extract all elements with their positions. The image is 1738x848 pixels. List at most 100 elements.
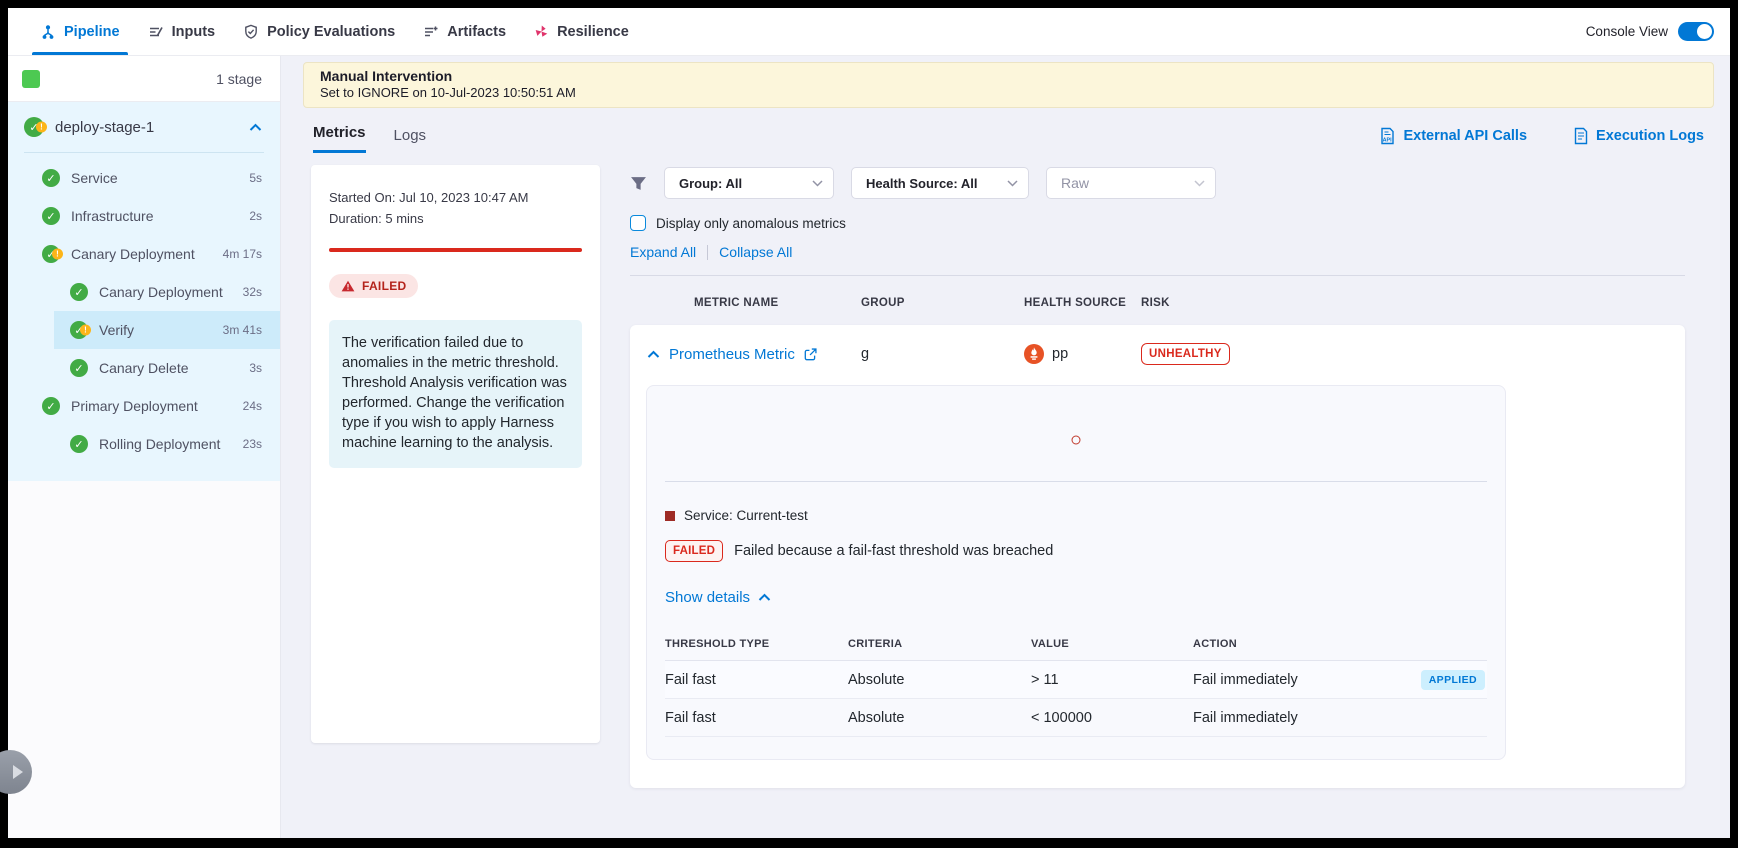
expand-all-link[interactable]: Expand All	[630, 244, 696, 260]
step-label: Verify	[99, 322, 212, 338]
success-warning-icon: ✓!	[70, 321, 88, 339]
col-group: GROUP	[861, 297, 1024, 309]
banner-title: Manual Intervention	[320, 68, 1697, 84]
step-label: Canary Delete	[99, 360, 238, 376]
execution-sidebar: 1 stage ✓! deploy-stage-1 ✓ Service 5s	[8, 56, 281, 838]
console-view-toggle[interactable]	[1678, 22, 1714, 41]
step-canary-deployment[interactable]: ✓ Canary Deployment 32s	[8, 273, 280, 311]
health-source-filter-dropdown[interactable]: Health Source: All	[851, 167, 1029, 199]
console-view-label: Console View	[1586, 24, 1668, 39]
step-primary-deployment[interactable]: ✓ Primary Deployment 24s	[8, 387, 280, 425]
transform-filter-dropdown[interactable]: Raw	[1046, 167, 1216, 199]
col-health-source: HEALTH SOURCE	[1024, 297, 1141, 309]
collapse-all-link[interactable]: Collapse All	[719, 244, 792, 260]
step-duration: 24s	[243, 399, 262, 413]
api-document-icon: API	[1379, 127, 1396, 145]
view-tab-row: Metrics Logs API External API Calls Exec…	[303, 124, 1714, 153]
value: > 11	[1031, 672, 1193, 688]
tab-metrics[interactable]: Metrics	[313, 124, 366, 153]
step-verify[interactable]: ✓! Verify 3m 41s	[54, 311, 280, 349]
chevron-down-icon	[1007, 180, 1018, 187]
warning-badge-icon: !	[36, 122, 47, 133]
failed-reason: Failed because a fail-fast threshold was…	[734, 543, 1053, 559]
arrow-right-icon	[13, 765, 23, 779]
divider	[630, 275, 1685, 276]
col-action: ACTION	[1193, 638, 1408, 650]
pipeline-icon	[40, 24, 56, 40]
legend-label: Service: Current-test	[684, 508, 808, 523]
success-check-icon: ✓	[70, 283, 88, 301]
chevron-down-icon	[812, 180, 823, 187]
data-point[interactable]	[1072, 436, 1081, 445]
prometheus-icon	[1024, 344, 1044, 364]
value: < 100000	[1031, 710, 1193, 726]
step-service[interactable]: ✓ Service 5s	[8, 159, 280, 197]
stage-name: deploy-stage-1	[55, 119, 238, 136]
warning-badge-icon: !	[80, 325, 91, 336]
group-filter-dropdown[interactable]: Group: All	[664, 167, 834, 199]
col-risk: RISK	[1141, 297, 1685, 309]
document-icon	[1573, 127, 1589, 145]
step-duration: 3s	[249, 361, 262, 375]
warning-badge-icon: !	[52, 249, 63, 260]
fail-reason-row: FAILED Failed because a fail-fast thresh…	[665, 540, 1487, 562]
nav-tab-label: Resilience	[557, 24, 629, 40]
step-label: Canary Deployment	[71, 246, 212, 262]
threshold-type: Fail fast	[665, 710, 848, 726]
top-nav: Pipeline Inputs Policy Evaluations Artif…	[8, 8, 1730, 56]
stage-row-deploy-stage-1[interactable]: ✓! deploy-stage-1	[8, 102, 280, 150]
threshold-row: Fail fast Absolute < 100000 Fail immedia…	[665, 699, 1487, 737]
step-canary-deployment-group[interactable]: ✓! Canary Deployment 4m 17s	[8, 235, 280, 273]
health-source-filter-value: Health Source: All	[866, 176, 977, 191]
execution-logs-link[interactable]: Execution Logs	[1573, 127, 1704, 145]
step-duration: 5s	[249, 171, 262, 185]
tab-inputs[interactable]: Inputs	[134, 8, 230, 55]
shield-check-icon	[243, 24, 259, 40]
step-infrastructure[interactable]: ✓ Infrastructure 2s	[8, 197, 280, 235]
criteria: Absolute	[848, 710, 1031, 726]
stage-status-square-icon	[22, 70, 40, 88]
duration: Duration: 5 mins	[329, 208, 582, 229]
failed-status-label: FAILED	[362, 279, 406, 293]
metric-chart-plot	[665, 386, 1487, 482]
success-check-icon: ✓	[70, 359, 88, 377]
tab-logs[interactable]: Logs	[394, 127, 427, 153]
tab-artifacts[interactable]: Artifacts	[409, 8, 520, 55]
external-api-calls-link[interactable]: API External API Calls	[1379, 127, 1527, 145]
metric-name-link[interactable]: Prometheus Metric	[669, 346, 795, 363]
threshold-row: Fail fast Absolute > 11 Fail immediately…	[665, 661, 1487, 699]
step-duration: 32s	[243, 285, 262, 299]
step-label: Infrastructure	[71, 208, 238, 224]
collapse-chevron-up-icon[interactable]	[647, 350, 660, 359]
show-details-link[interactable]: Show details	[665, 589, 1487, 606]
chevron-up-icon[interactable]	[249, 123, 262, 132]
step-rolling-deployment[interactable]: ✓ Rolling Deployment 23s	[8, 425, 280, 463]
inputs-icon	[148, 24, 164, 40]
external-link-icon[interactable]	[804, 348, 817, 361]
metric-chart-panel: Service: Current-test FAILED Failed beca…	[646, 385, 1506, 760]
sidebar-header: 1 stage	[8, 56, 280, 102]
verification-summary-card: Started On: Jul 10, 2023 10:47 AM Durati…	[311, 165, 600, 743]
metrics-panel: Group: All Health Source: All Raw	[630, 165, 1714, 788]
col-value: VALUE	[1031, 638, 1193, 650]
app-window: Pipeline Inputs Policy Evaluations Artif…	[8, 8, 1730, 838]
step-canary-delete[interactable]: ✓ Canary Delete 3s	[8, 349, 280, 387]
anomalous-metrics-label: Display only anomalous metrics	[656, 216, 846, 231]
step-duration: 2s	[249, 209, 262, 223]
banner-subtitle: Set to IGNORE on 10-Jul-2023 10:50:51 AM	[320, 85, 1697, 100]
tab-resilience[interactable]: Resilience	[520, 8, 643, 55]
threshold-type: Fail fast	[665, 672, 848, 688]
stage-tree: ✓! deploy-stage-1 ✓ Service 5s ✓ Infrast…	[8, 102, 280, 481]
metric-card: Prometheus Metric g pp	[630, 325, 1685, 788]
tab-policy-evaluations[interactable]: Policy Evaluations	[229, 8, 409, 55]
nav-tab-label: Policy Evaluations	[267, 24, 395, 40]
main-content: Manual Intervention Set to IGNORE on 10-…	[281, 56, 1730, 838]
metric-group: g	[861, 346, 1024, 362]
group-filter-value: Group: All	[679, 176, 742, 191]
anomalous-metrics-checkbox[interactable]	[630, 215, 646, 231]
tab-pipeline[interactable]: Pipeline	[26, 8, 134, 55]
filter-funnel-icon[interactable]	[630, 176, 647, 191]
step-label: Service	[71, 170, 238, 186]
threshold-table: THRESHOLD TYPE CRITERIA VALUE ACTION Fai…	[665, 627, 1487, 737]
health-source-name: pp	[1052, 346, 1068, 362]
